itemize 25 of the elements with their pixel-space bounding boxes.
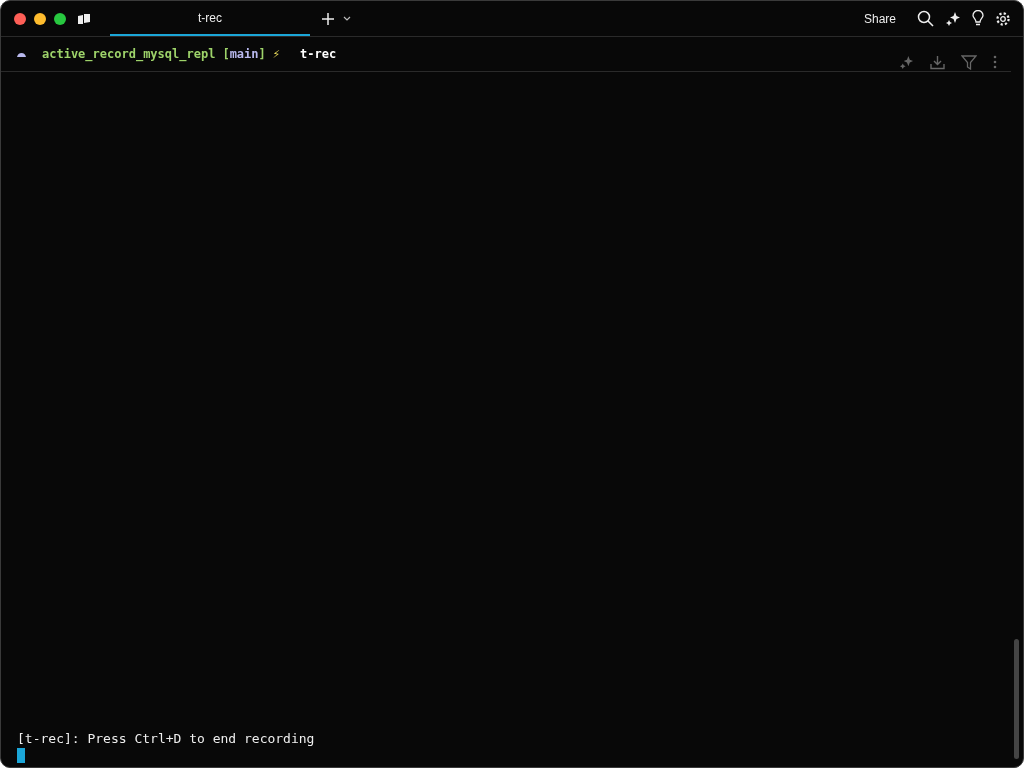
terminal-tab[interactable]: t-rec [110,1,310,36]
download-icon[interactable] [930,54,945,70]
caret-icon[interactable] [343,16,351,21]
search-icon[interactable] [917,10,934,27]
settings-icon[interactable] [995,10,1011,27]
panels-icon[interactable] [77,12,91,25]
zoom-window-button[interactable] [54,12,66,25]
command-text: t-rec [300,47,337,61]
filter-icon[interactable] [961,54,977,70]
share-button[interactable]: Share [859,9,900,28]
scrollbar-thumb[interactable] [1014,639,1019,759]
cloud-icon [17,51,26,57]
status-symbol: ⚡ [272,47,280,61]
more-icon[interactable] [993,55,997,69]
text-cursor [17,748,25,763]
terminal-output-line: [t-rec]: Press Ctrl+D to end recording [17,730,316,748]
directory-name: active_record_mysql_repl [42,47,216,61]
minimize-window-button[interactable] [34,12,46,25]
branch-bracket: [ [222,47,230,61]
sparkles-icon[interactable] [945,10,961,27]
git-branch: main [229,47,259,61]
close-window-button[interactable] [14,12,26,25]
lightbulb-icon[interactable] [972,10,984,27]
branch-bracket: ] [258,47,266,61]
plus-icon[interactable] [321,11,335,26]
